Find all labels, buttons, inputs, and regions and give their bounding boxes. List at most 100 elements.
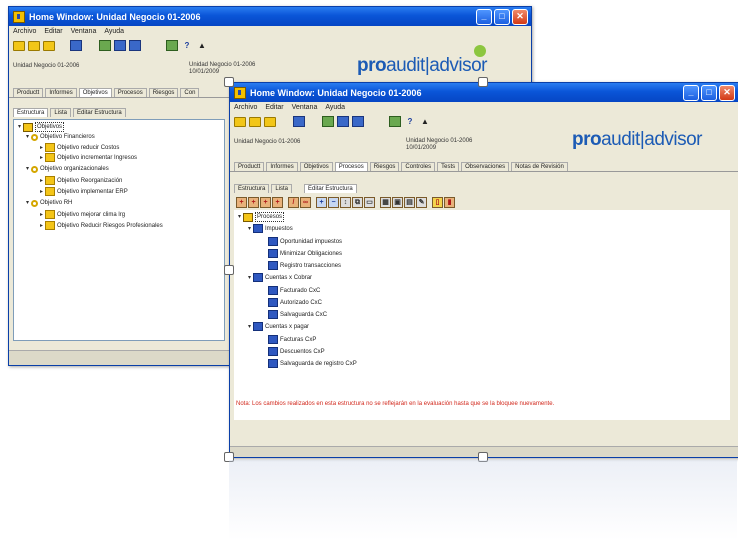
tab-objetivos[interactable]: Objetivos <box>299 162 333 171</box>
tab-procesos[interactable]: Procesos <box>113 88 147 97</box>
tree-group[interactable]: ▾ Cuentas x pagar <box>248 322 309 331</box>
tab-notas-de-revision[interactable]: Notas de Revisión <box>511 162 568 171</box>
open-folder-icon[interactable] <box>28 40 40 51</box>
menu-archivo[interactable]: Archivo <box>13 28 36 35</box>
move-icon[interactable]: ↕ <box>340 197 351 208</box>
monitor-icon[interactable] <box>337 116 349 127</box>
subtab-estructura[interactable]: Estructura <box>234 184 270 193</box>
tab-riesgos[interactable]: Riesgos <box>369 162 400 171</box>
tab-informes[interactable]: Informes <box>45 88 77 97</box>
menu-ventana[interactable]: Ventana <box>292 104 318 111</box>
copy-icon[interactable]: ⧉ <box>352 197 363 208</box>
maximize-button[interactable]: □ <box>701 85 717 101</box>
tab-riesgos[interactable]: Riesgos <box>148 88 179 97</box>
tools-icon[interactable]: ✎ <box>416 197 427 208</box>
warning-icon[interactable]: ▲ <box>419 116 431 127</box>
warning-icon[interactable]: ▲ <box>196 40 208 51</box>
document-icon[interactable]: ▯ <box>432 197 443 208</box>
computer-icon[interactable] <box>389 116 401 127</box>
tree-item[interactable]: ▸ Objetivo incrementar Ingresos <box>40 153 137 162</box>
tab-tests[interactable]: Tests <box>437 162 460 171</box>
add-icon[interactable]: + <box>236 197 247 208</box>
tree-item[interactable]: Registro transacciones <box>268 261 341 270</box>
tree-root-procesos[interactable]: ▾ Procesos <box>238 212 285 222</box>
resize-handle[interactable] <box>224 265 234 275</box>
subtab-editar-estructura[interactable]: Editar Estructura <box>73 108 126 117</box>
tree-item[interactable]: Facturas CxP <box>268 335 316 344</box>
tree-group[interactable]: ▾ Objetivo Financieros <box>26 133 95 141</box>
menu-editar[interactable]: Editar <box>265 104 283 111</box>
minus-icon[interactable]: − <box>328 197 339 208</box>
tree-item[interactable]: Autorizado CxC <box>268 298 322 307</box>
subtab-editar-estructura[interactable]: Editar Estructura <box>304 184 357 193</box>
monitor-icon[interactable] <box>114 40 126 51</box>
save-folder-icon[interactable] <box>264 116 276 127</box>
menu-archivo[interactable]: Archivo <box>234 104 257 111</box>
drop-icon[interactable] <box>352 116 364 127</box>
resize-handle[interactable] <box>224 77 234 87</box>
menu-ventana[interactable]: Ventana <box>71 28 97 35</box>
save-icon[interactable]: ▣ <box>392 197 403 208</box>
add-child-icon[interactable]: + <box>248 197 259 208</box>
add-above-icon[interactable]: + <box>272 197 283 208</box>
lock-icon[interactable]: ▮ <box>444 197 455 208</box>
tab-objetivos[interactable]: Objetivos <box>78 88 112 97</box>
close-button[interactable]: ✕ <box>719 85 735 101</box>
tree-item[interactable]: ▸ Objetivo Reorganización <box>40 176 122 185</box>
subtab-lista[interactable]: Lista <box>50 108 72 117</box>
tab-controles[interactable]: Con <box>180 88 200 97</box>
help-icon[interactable]: ? <box>181 40 193 51</box>
pencil-icon[interactable]: / <box>288 197 299 208</box>
tab-procesos[interactable]: Procesos <box>334 162 368 171</box>
plus-blue-icon[interactable]: + <box>316 197 327 208</box>
tree-group[interactable]: ▾ Impuestos <box>248 224 293 233</box>
open-folder-icon[interactable] <box>249 116 261 127</box>
minimize-button[interactable]: _ <box>476 9 492 25</box>
computer-icon[interactable] <box>166 40 178 51</box>
tree-item[interactable]: ▸ Objetivo Reducir Riesgos Profesionales <box>40 221 163 230</box>
help-icon[interactable]: ? <box>404 116 416 127</box>
tab-productt[interactable]: Productt <box>234 162 265 171</box>
tree-item[interactable]: Minimizar Obligaciones <box>268 249 342 258</box>
tree-item[interactable]: Salvaguarda CxC <box>268 310 327 319</box>
tab-productt[interactable]: Productt <box>13 88 44 97</box>
network-icon[interactable] <box>322 116 334 127</box>
tree-item[interactable]: Salvaguarda de registro CxP <box>268 359 357 368</box>
subtab-lista[interactable]: Lista <box>271 184 293 193</box>
export-icon[interactable]: ▤ <box>404 197 415 208</box>
resize-handle[interactable] <box>478 77 488 87</box>
front-window[interactable]: Home Window: Unidad Negocio 01-2006 _ □ … <box>229 82 738 458</box>
maximize-button[interactable]: □ <box>494 9 510 25</box>
paste-icon[interactable]: ▭ <box>364 197 375 208</box>
add-sibling-icon[interactable]: + <box>260 197 271 208</box>
tab-observaciones[interactable]: Observaciones <box>461 162 510 171</box>
new-icon[interactable] <box>13 40 25 51</box>
network-icon[interactable] <box>99 40 111 51</box>
menu-editar[interactable]: Editar <box>44 28 62 35</box>
menu-ayuda[interactable]: Ayuda <box>104 28 124 35</box>
print-icon[interactable]: ▦ <box>380 197 391 208</box>
subtab-estructura[interactable]: Estructura <box>13 108 49 117</box>
tab-informes[interactable]: Informes <box>266 162 298 171</box>
menu-ayuda[interactable]: Ayuda <box>325 104 345 111</box>
list-icon[interactable] <box>70 40 82 51</box>
tree-item[interactable]: Oportunidad impuestos <box>268 237 342 246</box>
save-folder-icon[interactable] <box>43 40 55 51</box>
new-icon[interactable] <box>234 116 246 127</box>
tree-item[interactable]: ▸ Objetivo reducir Costos <box>40 143 119 152</box>
tab-controles[interactable]: Controles <box>401 162 436 171</box>
tree-item[interactable]: ▸ Objetivo implementar ERP <box>40 187 128 196</box>
back-window-titlebar[interactable]: Home Window: Unidad Negocio 01-2006 _ □ … <box>9 7 531 26</box>
tree-item[interactable]: ▸ Objetivo mejorar clima lrg <box>40 210 125 219</box>
close-button[interactable]: ✕ <box>512 9 528 25</box>
tree-root-objetivos[interactable]: ▾ Objetivos <box>18 122 65 132</box>
tree-group[interactable]: ▾ Cuentas x Cobrar <box>248 273 312 282</box>
drop-icon[interactable] <box>129 40 141 51</box>
tree-group[interactable]: ▾ Objetivo RH <box>26 199 72 207</box>
list-icon[interactable] <box>293 116 305 127</box>
link-icon[interactable]: ∞ <box>300 197 311 208</box>
tree-item[interactable]: Descuentos CxP <box>268 347 325 356</box>
minimize-button[interactable]: _ <box>683 85 699 101</box>
tree-group[interactable]: ▾ Objetivo organizacionales <box>26 165 109 173</box>
tree-item[interactable]: Facturado CxC <box>268 286 320 295</box>
